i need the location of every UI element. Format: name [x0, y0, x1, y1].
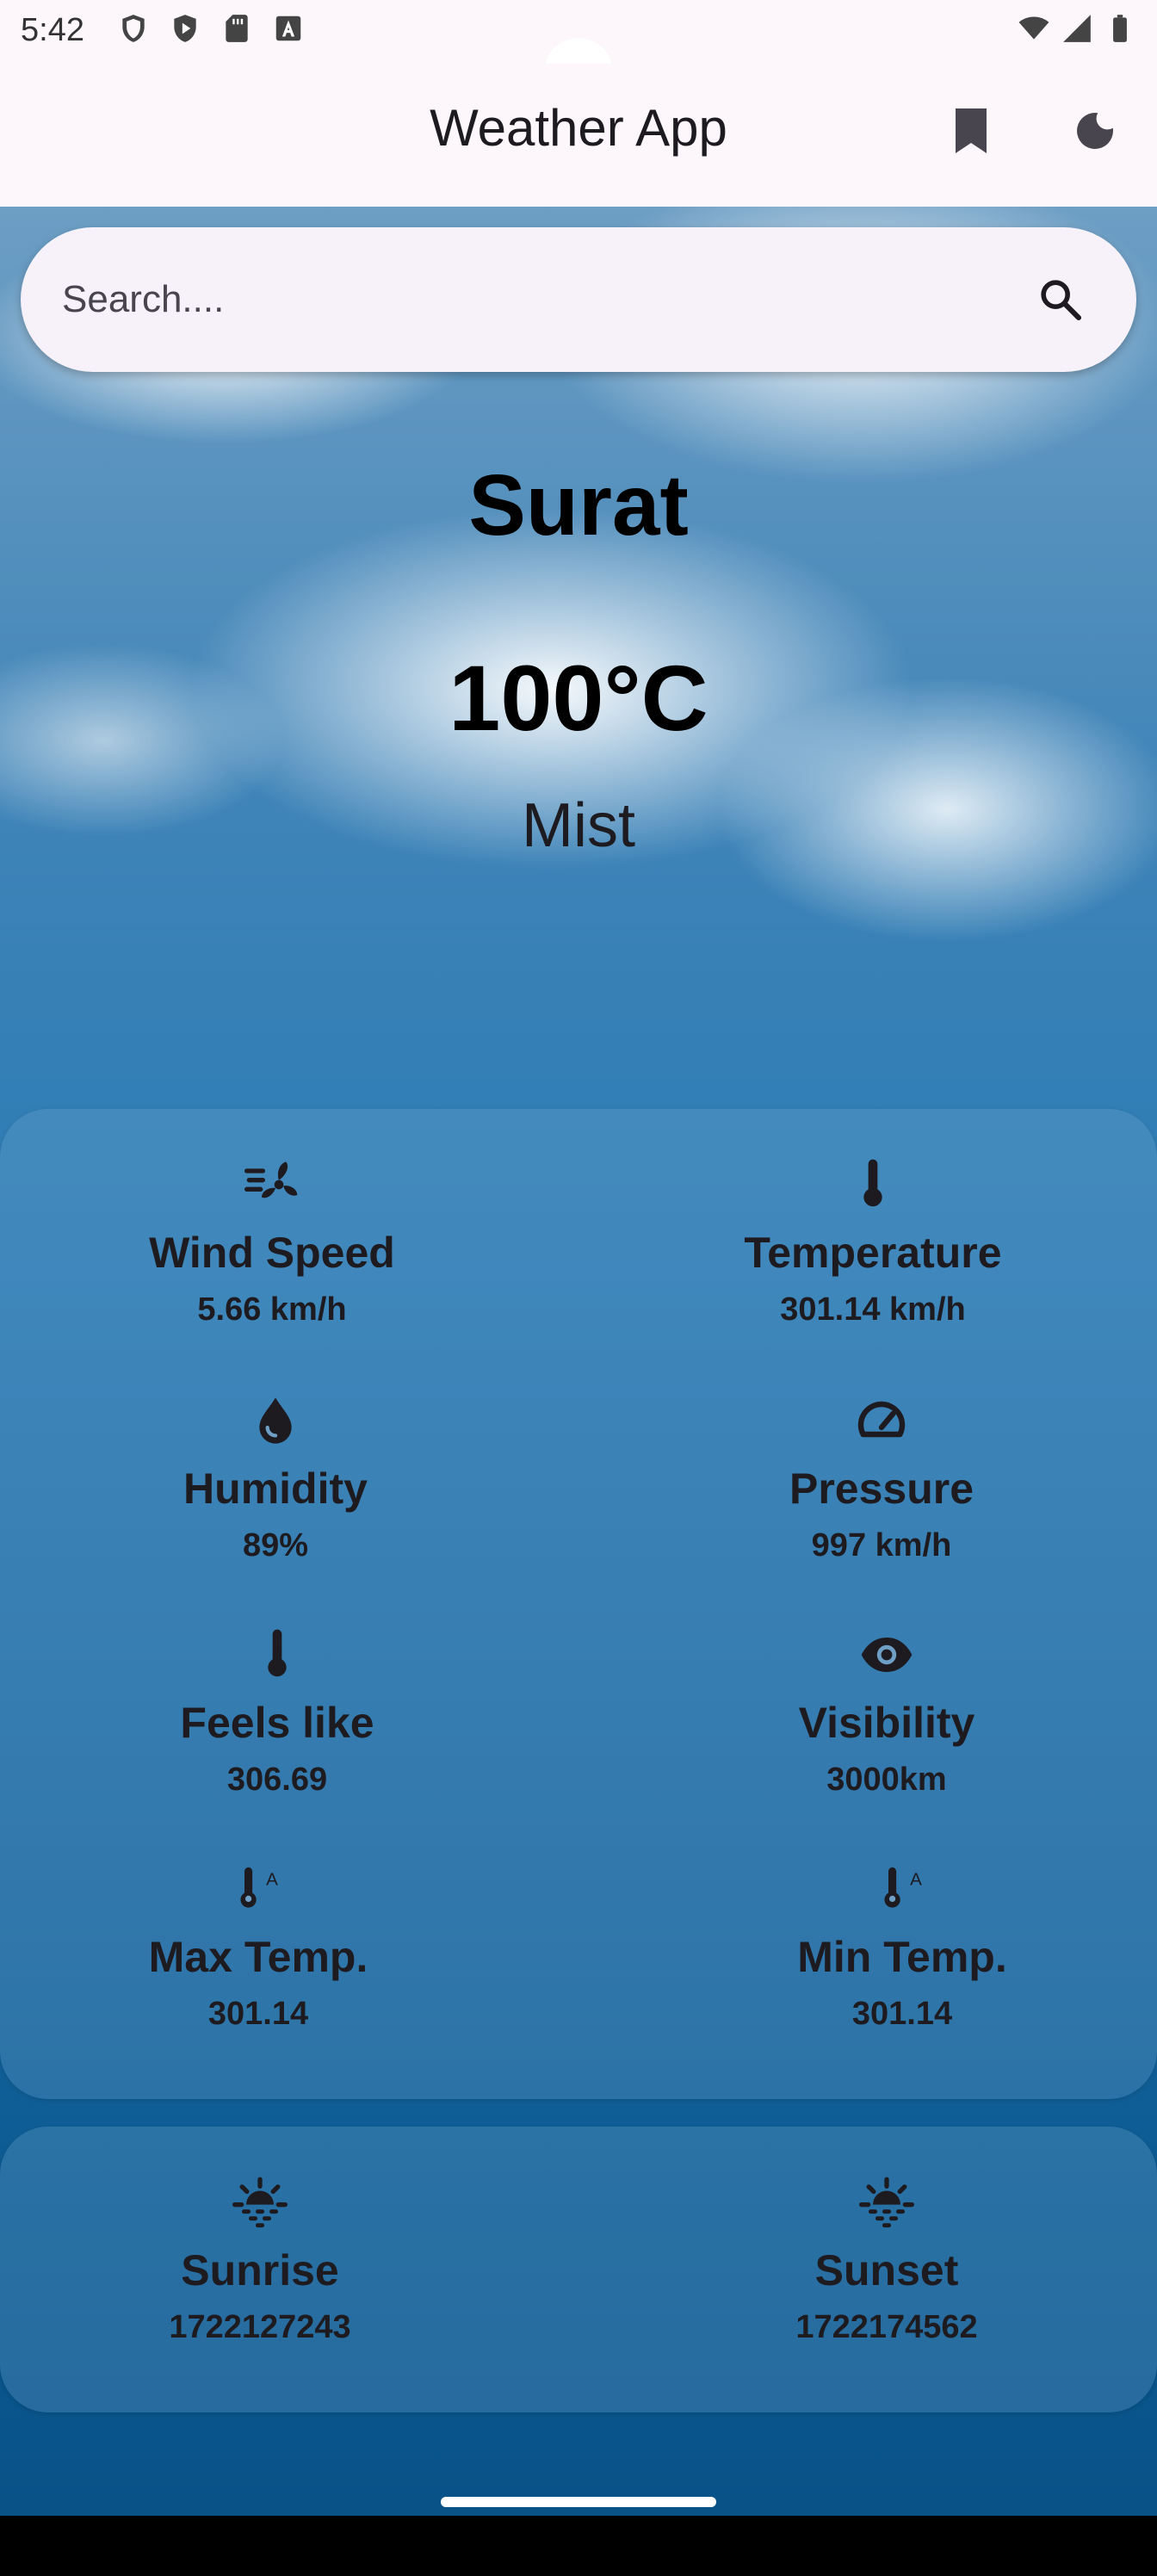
thermostat-auto-icon: A: [240, 1867, 278, 1908]
dark-mode-button[interactable]: [1061, 96, 1129, 165]
stat-label: Visibility: [798, 1699, 975, 1747]
weather-app-screen: 5:42 Weather App Surat 100°C Mist: [0, 0, 1157, 2576]
weather-condition: Mist: [522, 791, 635, 860]
stat-value: 3000km: [826, 1762, 947, 1798]
stat-value: 89%: [242, 1527, 309, 1564]
stat-label: Min Temp.: [797, 1933, 1007, 1981]
gauge-icon: [857, 1401, 906, 1438]
sunrise-icon: [232, 2177, 288, 2228]
sd-card-icon: [226, 15, 248, 42]
stat-value: 301.14: [207, 1996, 309, 2032]
stat-label: Wind Speed: [149, 1229, 395, 1277]
stat-value: 301.14: [851, 1996, 953, 2032]
stat-sunrise: Sunrise 1722127243: [79, 2175, 441, 2346]
svg-text:A: A: [910, 1869, 922, 1889]
stat-min-temp: A Min Temp. 301.14: [721, 1861, 1083, 2033]
battery-icon: [1113, 15, 1127, 42]
play-protect-icon: [174, 15, 196, 42]
stat-value: 1722174562: [795, 2309, 978, 2345]
wifi-icon: [1018, 16, 1049, 40]
stat-value: 5.66 km/h: [197, 1291, 347, 1328]
stat-visibility: Visibility 3000km: [706, 1627, 1067, 1799]
stat-label: Max Temp.: [148, 1933, 368, 1981]
bookmark-button[interactable]: [937, 96, 1005, 165]
stat-label: Feels like: [180, 1699, 374, 1747]
search-bar: [21, 227, 1136, 372]
stat-label: Sunrise: [181, 2246, 339, 2294]
signal-icon: [1063, 15, 1091, 42]
city-name: Surat: [468, 457, 689, 554]
eye-icon: [861, 1638, 913, 1672]
sunset-icon: [859, 2177, 914, 2228]
stat-wind-speed: Wind Speed 5.66 km/h: [91, 1157, 453, 1328]
thermometer-icon: [268, 1629, 287, 1677]
thermostat-auto-icon: A: [884, 1867, 922, 1908]
stat-label: Humidity: [183, 1464, 368, 1513]
status-time: 5:42: [21, 12, 84, 48]
dark-mode-icon: [1077, 112, 1113, 149]
stat-value: 997 km/h: [811, 1527, 952, 1564]
stat-label: Sunset: [814, 2246, 959, 2294]
humidity-drop-icon: [259, 1397, 292, 1444]
bookmark-icon: [956, 108, 987, 153]
stat-label: Temperature: [744, 1229, 1002, 1277]
home-gesture-handle[interactable]: [441, 2497, 716, 2507]
stat-max-temp: A Max Temp. 301.14: [77, 1861, 439, 2033]
search-icon: [1041, 280, 1082, 321]
sun-times-card: Sunrise 1722127243 Sunset 1722174562: [0, 2127, 1157, 2412]
thermometer-icon: [863, 1159, 882, 1207]
stat-label: Pressure: [789, 1464, 974, 1513]
stat-pressure: Pressure 997 km/h: [701, 1393, 1062, 1564]
app-bar: Weather App: [0, 64, 1157, 207]
weather-details-card: Wind Speed 5.66 km/h Temperature 301.14 …: [0, 1109, 1157, 2099]
stat-value: 301.14 km/h: [780, 1291, 966, 1328]
stat-value: 1722127243: [169, 2309, 351, 2345]
keyboard-a-icon: [275, 15, 301, 41]
search-button[interactable]: [1026, 265, 1095, 334]
current-temperature: 100°C: [449, 646, 708, 750]
search-input[interactable]: [62, 227, 1009, 372]
wind-icon: [244, 1161, 298, 1198]
stat-humidity: Humidity 89%: [95, 1393, 456, 1564]
stat-sunset: Sunset 1722174562: [706, 2175, 1067, 2346]
stat-temperature: Temperature 301.14 km/h: [692, 1157, 1054, 1328]
svg-text:A: A: [266, 1869, 278, 1889]
stat-feels-like: Feels like 306.69: [96, 1627, 458, 1799]
shield-icon: [122, 15, 145, 42]
system-navigation-bar: [0, 2516, 1157, 2576]
stat-value: 306.69: [226, 1762, 328, 1798]
